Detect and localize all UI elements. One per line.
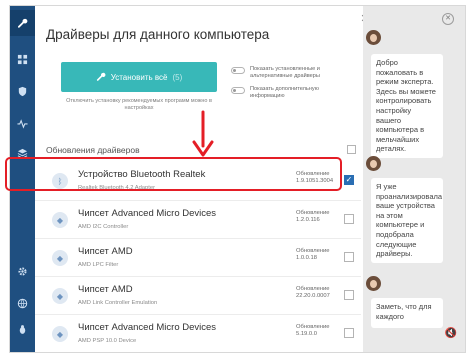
option-label: Показать установленные и альтернативные …	[250, 66, 320, 79]
option-show-installed[interactable]: Показать установленные и альтернативные …	[231, 66, 350, 80]
update-info: Обновление 22.20.0.0007	[296, 286, 330, 300]
annotation-highlight	[5, 157, 342, 191]
update-info: Обновление 1.2.0.116	[296, 210, 329, 224]
driver-row[interactable]: ◆ Чипсет AMD AMD LPC Filter Обновление 1…	[35, 238, 361, 276]
driver-row[interactable]: ◆ Чипсет Advanced Micro Devices AMD I2C …	[35, 200, 361, 238]
update-label: Обновление	[296, 324, 330, 330]
chip-icon: ◆	[52, 288, 68, 304]
chat-message: Добро пожаловать в режим эксперта. Здесь…	[371, 54, 443, 158]
page-title: Драйверы для данного компьютера	[46, 27, 270, 42]
driver-name: Чипсет Advanced Micro Devices	[78, 208, 217, 219]
driver-subtitle: AMD PSP 10.0 Device	[78, 338, 137, 344]
driver-subtitle: AMD LPC Filter	[78, 262, 119, 268]
close-icon[interactable]: ✕	[442, 13, 454, 25]
update-version: 22.20.0.0007	[296, 293, 330, 299]
toggle-switch[interactable]	[231, 67, 245, 74]
update-version: 1.2.0.116	[296, 217, 320, 223]
driver-name: Чипсет Advanced Micro Devices	[78, 322, 217, 333]
avatar	[366, 276, 381, 291]
driver-name: Чипсет AMD	[78, 246, 133, 257]
wrench-icon	[96, 72, 106, 81]
grid-icon[interactable]	[10, 46, 35, 72]
wrench-icon[interactable]	[10, 10, 35, 36]
toggle-switch[interactable]	[231, 87, 245, 94]
driver-checkbox[interactable]: ✓	[344, 175, 354, 185]
driver-row[interactable]: ◆ Чипсет AMD AMD Link Controller Emulati…	[35, 276, 361, 314]
driver-checkbox[interactable]	[344, 252, 354, 262]
annotation-arrow	[192, 110, 214, 157]
chip-icon: ◆	[52, 212, 68, 228]
select-all-checkbox[interactable]	[347, 145, 356, 154]
avatar	[366, 30, 381, 45]
pulse-icon[interactable]	[10, 110, 35, 136]
option-label: Показать дополнительную информацию	[250, 86, 319, 99]
update-version: 5.19.0.0	[296, 331, 317, 337]
driver-row[interactable]: ◆ Чипсет Advanced Micro Devices AMD PSP …	[35, 314, 361, 352]
update-label: Обновление	[296, 286, 330, 292]
install-all-label: Установить всё	[110, 72, 168, 82]
driver-checkbox[interactable]	[344, 328, 354, 338]
driver-subtitle: AMD Link Controller Emulation	[78, 300, 158, 306]
bug-icon[interactable]	[10, 316, 35, 342]
driver-name: Чипсет AMD	[78, 284, 133, 295]
avatar	[366, 156, 381, 171]
update-info: Обновление 1.0.0.18	[296, 248, 329, 262]
speaker-mute-icon[interactable]: 🔇	[443, 328, 459, 344]
option-show-info[interactable]: Показать дополнительную информацию	[231, 86, 344, 100]
globe-icon[interactable]	[10, 290, 35, 316]
driver-checkbox[interactable]	[344, 214, 354, 224]
install-all-button[interactable]: Установить всё (5)	[61, 62, 217, 92]
section-title: Обновления драйверов	[46, 145, 140, 155]
shield-icon[interactable]	[10, 78, 35, 104]
gear-icon[interactable]	[10, 258, 35, 284]
update-version: 1.0.0.18	[296, 255, 317, 261]
chat-message: Я уже проанализировала ваше устройства н…	[371, 178, 443, 263]
chat-message: Заметь, что для каждого	[371, 298, 443, 328]
assistant-chat-panel: ✕ Добро пожаловать в режим эксперта. Зде…	[363, 6, 465, 352]
update-info: Обновление 5.19.0.0	[296, 324, 329, 338]
update-label: Обновление	[296, 210, 330, 216]
update-label: Обновление	[296, 248, 330, 254]
driver-subtitle: AMD I2C Controller	[78, 224, 129, 230]
chip-icon: ◆	[52, 250, 68, 266]
install-count: (5)	[172, 72, 183, 82]
driver-checkbox[interactable]	[344, 290, 354, 300]
chip-icon: ◆	[52, 326, 68, 342]
